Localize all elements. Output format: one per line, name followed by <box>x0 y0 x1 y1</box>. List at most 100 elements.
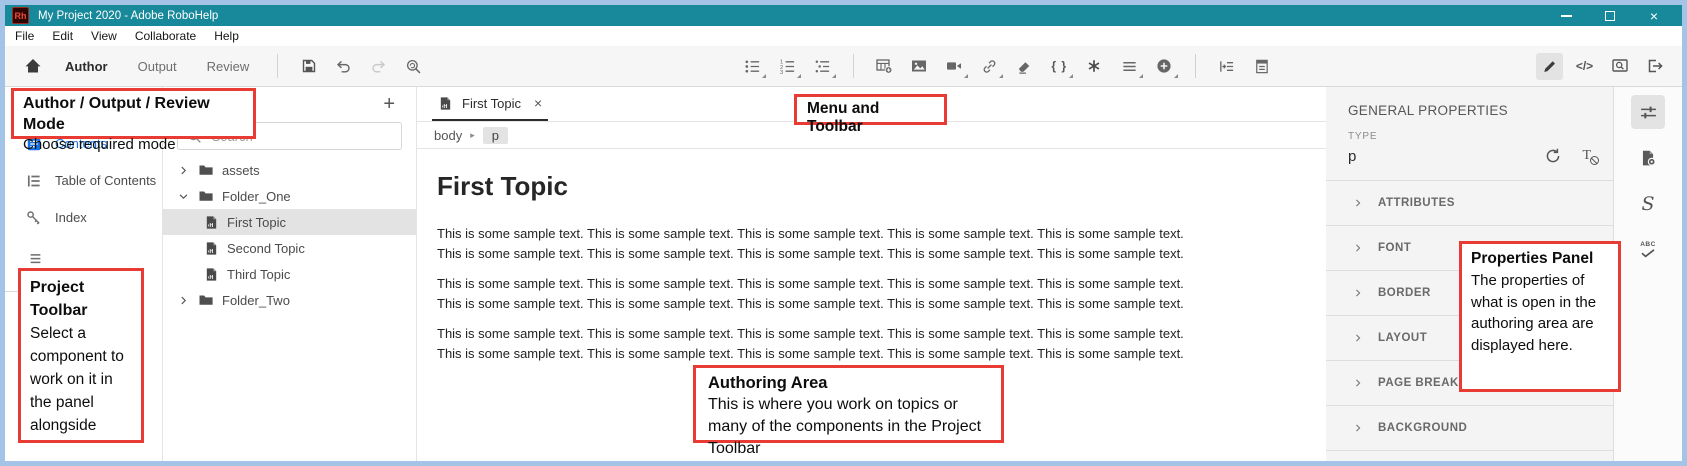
breadcrumb-arrow-icon: ▸ <box>470 130 475 141</box>
tree-item-label: assets <box>222 163 260 178</box>
tree-item-label: Folder_Two <box>222 293 290 308</box>
properties-panel-title: GENERAL PROPERTIES <box>1326 87 1613 118</box>
svg-text:3: 3 <box>780 70 783 75</box>
chevron-right-icon <box>1351 376 1365 390</box>
chevron-right-icon[interactable] <box>176 163 190 177</box>
topic-file-icon: ‹H <box>204 241 219 256</box>
breadcrumb-body[interactable]: body <box>434 128 462 143</box>
menu-view[interactable]: View <box>82 29 126 43</box>
insert-toolbar-group: 123 <box>739 53 1275 80</box>
edit-mode-pencil-icon[interactable] <box>1536 53 1563 80</box>
topic-file-icon: ‹H <box>438 96 453 111</box>
window-controls: × <box>1559 9 1675 23</box>
add-new-item-button[interactable]: + <box>383 94 395 114</box>
special-character-icon[interactable] <box>1081 53 1108 80</box>
toolbar-separator <box>1195 54 1196 78</box>
insert-table-icon[interactable] <box>871 53 898 80</box>
tree-item-first-topic[interactable]: ‹H First Topic <box>163 209 416 235</box>
clear-formatting-icon[interactable]: T <box>1582 148 1591 164</box>
sidebar-item-index[interactable]: Index <box>5 199 162 236</box>
tree-item-label: First Topic <box>227 215 286 230</box>
tree-item-second-topic[interactable]: ‹H Second Topic <box>163 235 416 261</box>
toolbar-separator <box>853 54 854 78</box>
insert-link-icon[interactable] <box>976 53 1003 80</box>
type-value: p <box>1348 148 1377 165</box>
contents-tree: assets Folder_One ‹H First Topic ‹H Seco… <box>163 157 416 313</box>
tab-output-mode[interactable]: Output <box>127 59 188 74</box>
tab-review-mode[interactable]: Review <box>196 59 261 74</box>
file-settings-icon[interactable] <box>1631 141 1665 175</box>
chevron-right-icon <box>1351 331 1365 345</box>
tree-item-assets[interactable]: assets <box>163 157 416 183</box>
eraser-icon[interactable] <box>1011 53 1038 80</box>
multilevel-list-icon[interactable] <box>809 53 836 80</box>
undo-icon[interactable] <box>330 53 357 80</box>
spell-check-icon[interactable]: ABC <box>1631 233 1665 267</box>
section-background[interactable]: BACKGROUND <box>1326 406 1613 451</box>
properties-sliders-icon[interactable] <box>1631 95 1665 129</box>
tree-item-folder-two[interactable]: Folder_Two <box>163 287 416 313</box>
robohelp-logo-icon: Rh <box>12 7 29 24</box>
refresh-icon[interactable] <box>1544 147 1562 165</box>
snippet-doc-icon[interactable] <box>1248 53 1275 80</box>
insert-image-icon[interactable] <box>906 53 933 80</box>
menu-bar: File Edit View Collaborate Help <box>5 26 1682 46</box>
insert-video-icon[interactable] <box>941 53 968 80</box>
topic-file-icon: ‹H <box>204 267 219 282</box>
insert-more-icon[interactable] <box>1151 53 1178 80</box>
breadcrumb-current-element[interactable]: p <box>483 127 508 144</box>
close-button[interactable]: × <box>1647 9 1661 23</box>
topic-editor-content[interactable]: First Topic This is some sample text. Th… <box>417 149 1326 374</box>
annotation-properties-panel: Properties Panel The properties of what … <box>1459 241 1621 392</box>
topic-paragraph[interactable]: This is some sample text. This is some s… <box>437 224 1208 264</box>
menu-help[interactable]: Help <box>205 29 248 43</box>
find-replace-icon[interactable] <box>400 53 427 80</box>
tree-item-third-topic[interactable]: ‹H Third Topic <box>163 261 416 287</box>
topic-file-icon: ‹H <box>204 215 219 230</box>
sidebar-section-divider <box>5 291 19 292</box>
home-icon[interactable] <box>19 53 46 80</box>
menu-collaborate[interactable]: Collaborate <box>126 29 205 43</box>
annotation-project-toolbar: Project Toolbar Select a component to wo… <box>18 268 144 443</box>
sidebar-item-toc[interactable]: Table of Contents <box>5 162 162 199</box>
svg-text:‹H: ‹H <box>208 248 214 254</box>
folder-icon <box>198 188 214 204</box>
chevron-down-icon[interactable] <box>176 189 190 203</box>
paragraph-rules-icon[interactable] <box>1116 53 1143 80</box>
menu-file[interactable]: File <box>6 29 43 43</box>
view-toolbar-group: </> <box>1536 53 1668 80</box>
svg-text:‹H: ‹H <box>208 274 214 280</box>
tab-close-icon[interactable]: × <box>534 95 542 111</box>
topic-paragraph[interactable]: This is some sample text. This is some s… <box>437 274 1208 314</box>
chevron-right-icon[interactable] <box>176 293 190 307</box>
main-toolbar: Author Output Review <box>5 46 1682 87</box>
folder-icon <box>198 162 214 178</box>
tab-first-topic[interactable]: ‹H First Topic × <box>432 87 548 121</box>
bullet-list-icon[interactable] <box>739 53 766 80</box>
topic-heading[interactable]: First Topic <box>437 171 1208 202</box>
section-attributes[interactable]: ATTRIBUTES <box>1326 181 1613 226</box>
save-icon[interactable] <box>295 53 322 80</box>
robohelp-app: Rh My Project 2020 - Adobe RoboHelp × Fi… <box>5 5 1682 461</box>
chevron-right-icon <box>1351 196 1365 210</box>
condition-tag-icon[interactable] <box>1213 53 1240 80</box>
minimize-button[interactable] <box>1559 9 1573 23</box>
restore-button[interactable] <box>1603 9 1617 23</box>
folder-icon <box>198 292 214 308</box>
source-view-icon[interactable]: </> <box>1571 53 1598 80</box>
svg-text:‹H: ‹H <box>442 103 448 109</box>
toc-icon <box>26 173 42 189</box>
open-output-icon[interactable] <box>1641 53 1668 80</box>
styles-icon[interactable]: S <box>1631 187 1665 221</box>
menu-edit[interactable]: Edit <box>43 29 82 43</box>
sidebar-item-partial-icon[interactable] <box>28 252 43 267</box>
annotation-menu-and-toolbar: Menu and Toolbar <box>794 94 947 125</box>
topic-paragraph[interactable]: This is some sample text. This is some s… <box>437 324 1208 364</box>
tab-author-mode[interactable]: Author <box>54 59 119 74</box>
redo-icon[interactable] <box>365 53 392 80</box>
window-title: My Project 2020 - Adobe RoboHelp <box>38 10 218 22</box>
code-snippet-icon[interactable]: { } <box>1046 53 1073 80</box>
tree-item-folder-one[interactable]: Folder_One <box>163 183 416 209</box>
numbered-list-icon[interactable]: 123 <box>774 53 801 80</box>
preview-icon[interactable] <box>1606 53 1633 80</box>
